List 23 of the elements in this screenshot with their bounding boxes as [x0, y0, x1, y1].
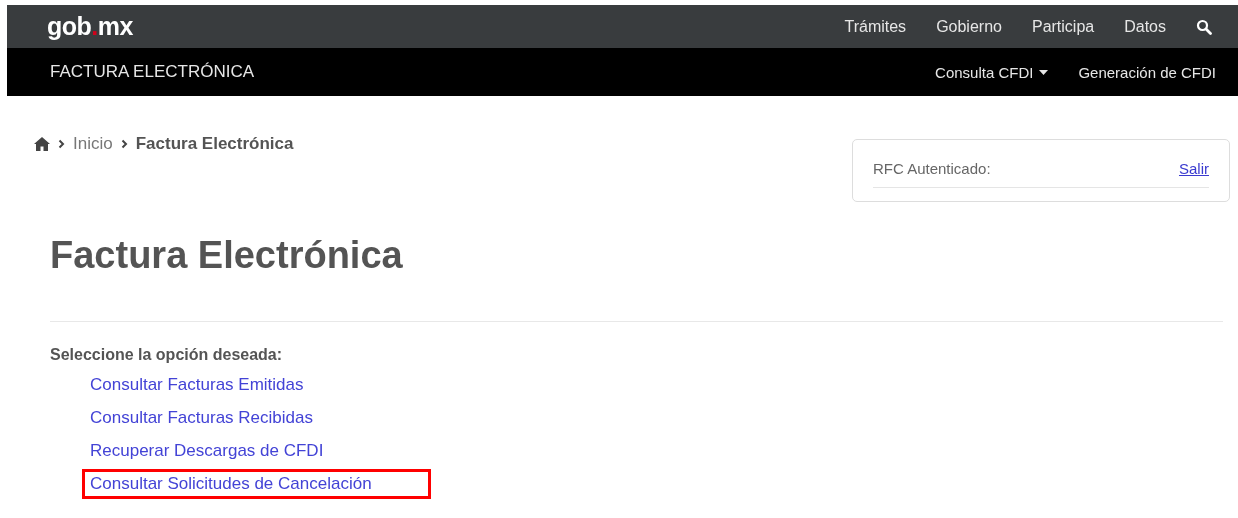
breadcrumb-link[interactable]: Inicio: [73, 134, 113, 154]
breadcrumb-link[interactable]: Factura Electrónica: [135, 134, 294, 154]
rfc-label: RFC Autenticado:: [873, 160, 991, 177]
caret-icon: [1039, 69, 1049, 75]
menu-link[interactable]: Consulta CFDI: [935, 63, 1049, 81]
nav-link[interactable]: Gobierno: [936, 17, 1002, 36]
option-link[interactable]: Recuperar Descargas de CFDI: [82, 436, 383, 466]
nav-link[interactable]: Trámites: [844, 17, 907, 36]
logout-link[interactable]: Salir: [1179, 160, 1209, 177]
section-title: FACTURA ELECTRÓNICA: [50, 62, 255, 82]
option-link[interactable]: Consultar Facturas Emitidas: [82, 370, 363, 400]
option-link[interactable]: Consultar Solicitudes de Cancelación: [82, 469, 431, 499]
home-icon[interactable]: [34, 137, 50, 151]
site-logo[interactable]: gob.mx: [47, 12, 133, 41]
search-icon[interactable]: [1196, 18, 1212, 35]
menu-link[interactable]: Generación de CFDI: [1078, 63, 1216, 81]
nav-link[interactable]: Datos: [1124, 17, 1166, 36]
option-link[interactable]: Consultar Facturas Recibidas: [82, 403, 372, 433]
chevron-icon: [120, 139, 128, 149]
nav-link[interactable]: Participa: [1031, 17, 1095, 36]
page-heading: Factura Electrónica: [50, 234, 404, 277]
prompt-text: Seleccione la opción deseada:: [50, 346, 284, 364]
chevron-icon: [58, 139, 65, 149]
